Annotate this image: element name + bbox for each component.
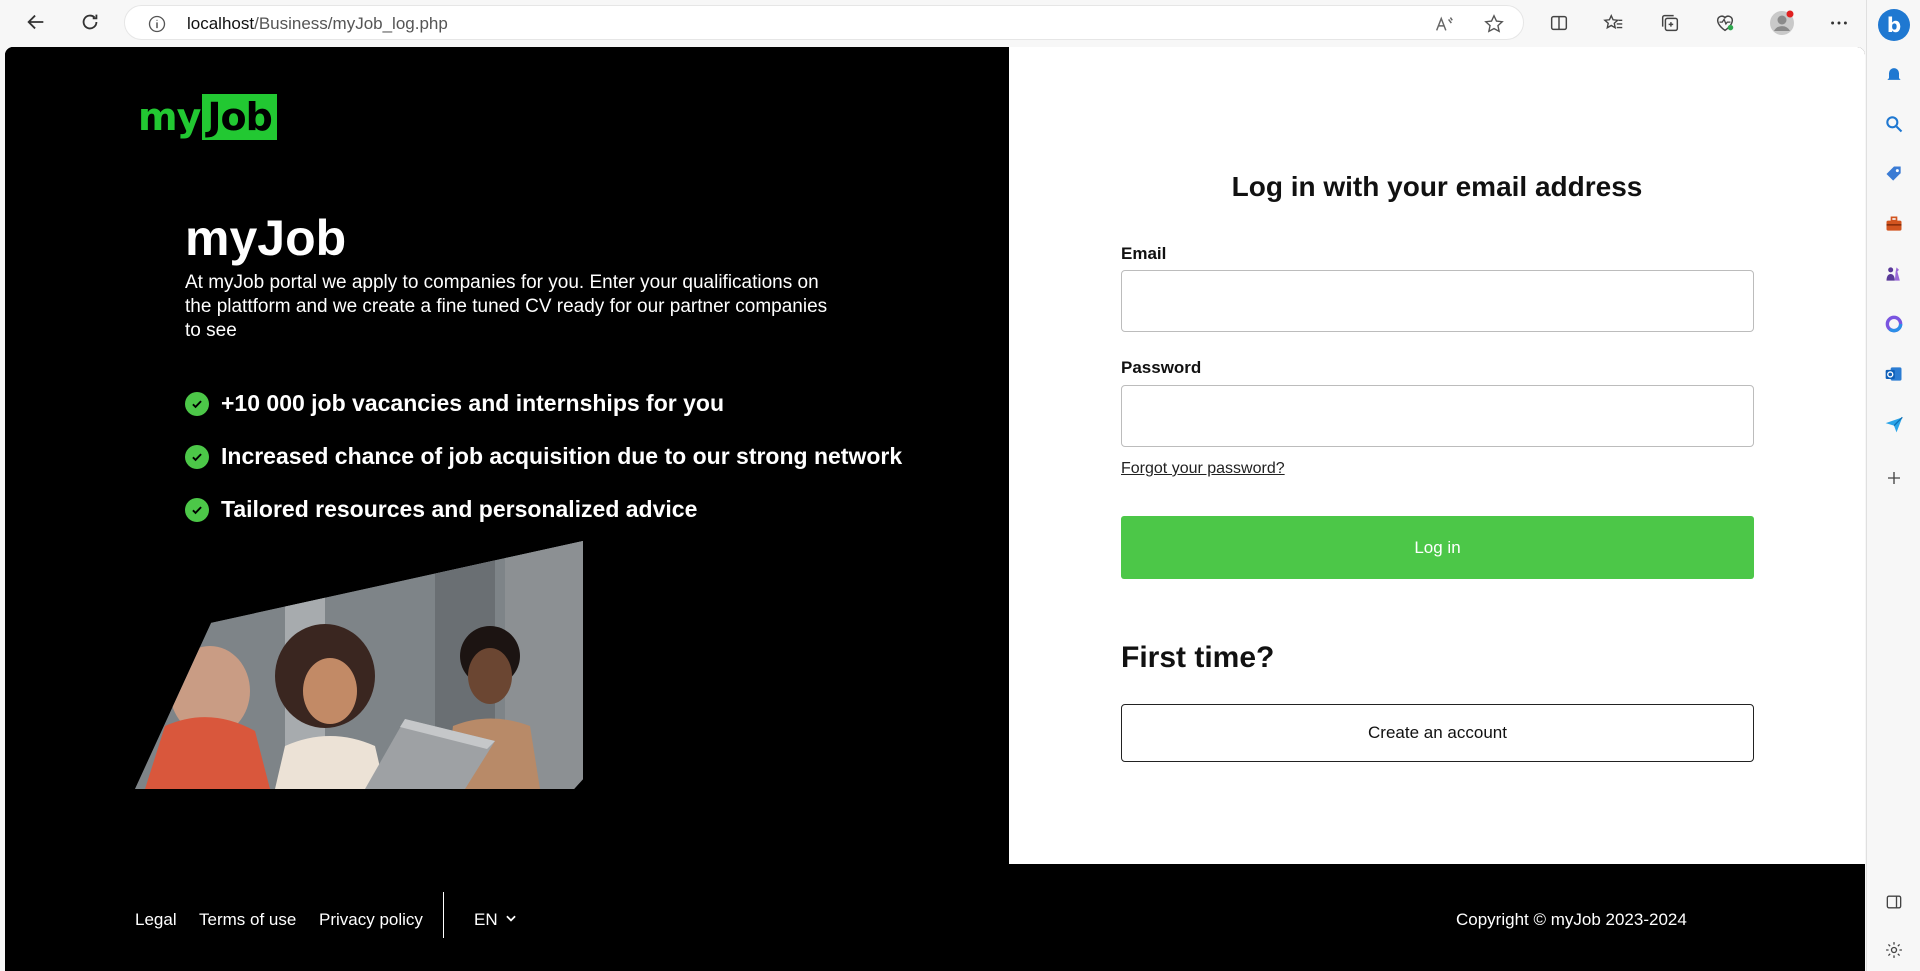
brand-description: At myJob portal we apply to companies fo… <box>185 272 828 341</box>
logo-job-text: Job <box>202 94 277 140</box>
features-list: +10 000 job vacancies and internships fo… <box>185 377 902 536</box>
url-path: /Business/myJob_log.php <box>254 14 448 33</box>
footer-link-legal[interactable]: Legal <box>135 910 177 930</box>
login-button[interactable]: Log in <box>1121 516 1754 579</box>
refresh-icon[interactable] <box>74 8 106 36</box>
logo-my-text: my <box>138 95 201 139</box>
password-label: Password <box>1121 358 1202 377</box>
feature-item: +10 000 job vacancies and internships fo… <box>185 377 902 430</box>
password-field[interactable] <box>1121 385 1754 447</box>
feature-text: +10 000 job vacancies and internships fo… <box>221 390 724 416</box>
myjob-logo[interactable]: my Job <box>138 93 277 141</box>
feature-item: Tailored resources and personalized advi… <box>185 483 902 536</box>
chevron-down-icon <box>504 910 518 930</box>
games-chess-icon[interactable] <box>1880 260 1908 288</box>
split-screen-icon[interactable] <box>1544 9 1574 37</box>
tools-briefcase-icon[interactable] <box>1880 210 1908 238</box>
back-icon[interactable] <box>20 8 52 36</box>
browser-toolbar: localhost/Business/myJob_log.php <box>0 0 1920 46</box>
language-selector[interactable]: EN <box>474 910 518 930</box>
brand-panel: my Job myJob At myJob portal we apply to … <box>5 47 1009 864</box>
login-title: Log in with your email address <box>1231 171 1643 202</box>
add-icon[interactable] <box>1880 464 1908 492</box>
check-circle-icon <box>185 444 209 469</box>
info-icon[interactable] <box>147 14 167 39</box>
read-aloud-icon[interactable] <box>1433 13 1455 40</box>
microsoft-365-icon[interactable] <box>1880 310 1908 338</box>
collections-icon[interactable] <box>1655 9 1685 37</box>
copyright-text: Copyright © myJob 2023-2024 <box>1456 910 1687 929</box>
profile-avatar-icon[interactable] <box>1767 9 1797 37</box>
check-circle-icon <box>185 391 209 416</box>
sidebar-toggle-icon[interactable] <box>1880 888 1908 916</box>
footer-link-terms[interactable]: Terms of use <box>199 910 296 930</box>
feature-text: Increased chance of job acquisition due … <box>221 443 903 469</box>
language-label: EN <box>474 910 498 929</box>
browser-sidebar: b <box>1866 0 1920 971</box>
feature-text: Tailored resources and personalized advi… <box>221 496 698 522</box>
settings-gear-icon[interactable] <box>1880 936 1908 964</box>
create-account-button[interactable]: Create an account <box>1121 704 1754 762</box>
outlook-icon[interactable] <box>1880 360 1908 388</box>
email-label: Email <box>1121 244 1167 263</box>
email-field[interactable] <box>1121 270 1754 332</box>
shopping-tag-icon[interactable] <box>1880 160 1908 188</box>
footer: Legal Terms of use Privacy policy EN Cop… <box>5 864 1865 971</box>
login-panel: Log in with your email address Email Pas… <box>1009 47 1865 864</box>
page-viewport: my Job myJob At myJob portal we apply to … <box>5 47 1865 971</box>
address-bar[interactable]: localhost/Business/myJob_log.php <box>124 5 1524 40</box>
more-options-icon[interactable] <box>1824 9 1854 37</box>
favorite-star-icon[interactable] <box>1483 13 1505 40</box>
url-text: localhost/Business/myJob_log.php <box>187 14 448 34</box>
copilot-icon[interactable]: b <box>1875 6 1913 44</box>
notifications-bell-icon[interactable] <box>1880 60 1908 88</box>
search-icon[interactable] <box>1880 110 1908 138</box>
forgot-password-link[interactable]: Forgot your password? <box>1121 460 1285 478</box>
students-photo <box>135 541 583 789</box>
footer-divider <box>443 892 444 938</box>
first-time-heading: First time? <box>1121 641 1275 674</box>
send-plane-icon[interactable] <box>1880 410 1908 438</box>
favorites-icon[interactable] <box>1599 9 1629 37</box>
browser-essentials-icon[interactable] <box>1710 9 1740 37</box>
url-host: localhost <box>187 14 255 33</box>
check-circle-icon <box>185 497 209 522</box>
footer-link-privacy[interactable]: Privacy policy <box>319 910 423 930</box>
svg-text:b: b <box>1887 13 1901 37</box>
brand-title: myJob <box>185 210 347 266</box>
feature-item: Increased chance of job acquisition due … <box>185 430 902 483</box>
